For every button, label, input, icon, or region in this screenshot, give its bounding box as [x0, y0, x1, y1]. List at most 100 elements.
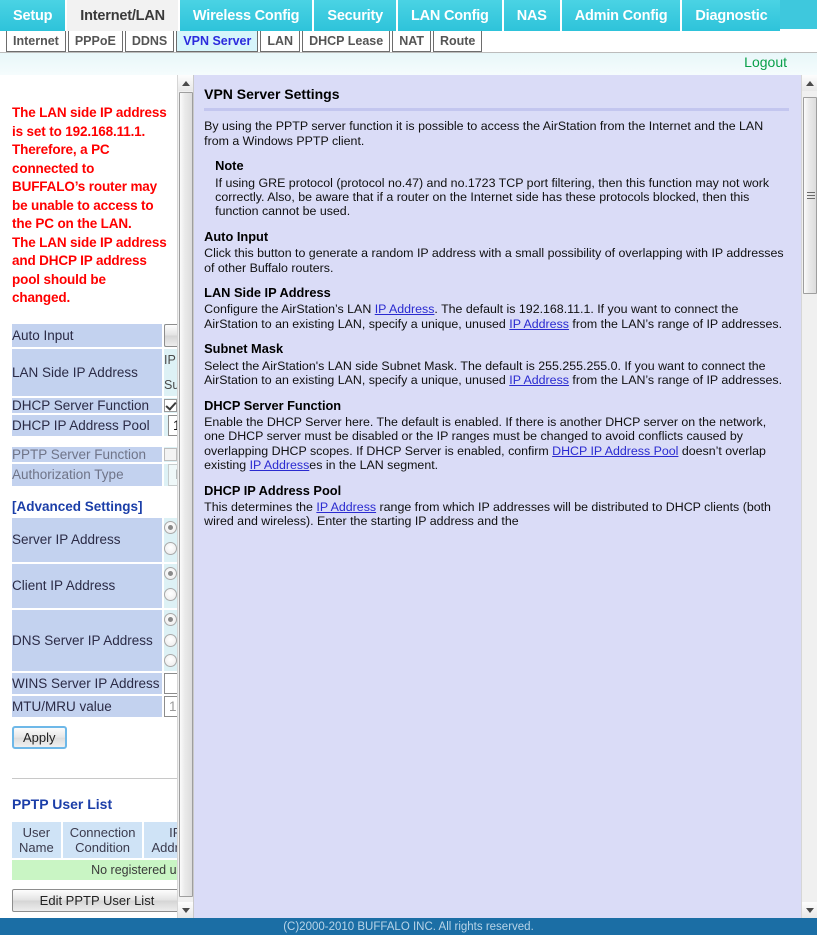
subtab-internet[interactable]: Internet [6, 31, 66, 52]
label-ip-address: IP Address [164, 353, 177, 367]
mtu-input[interactable] [164, 695, 178, 717]
server-ip-manual-option[interactable]: Manual [164, 538, 177, 559]
dhcp-pool-start-input[interactable] [168, 414, 178, 436]
tab-setup[interactable]: Setup [0, 0, 68, 31]
help-scroll-down-arrow-icon[interactable] [802, 902, 817, 918]
dns-manual-radio[interactable] [164, 633, 177, 647]
help-body-dhcp-server: Enable the DHCP Server here. The default… [204, 415, 789, 473]
user-list-empty-row: No registered users [12, 859, 178, 880]
label-lan-side-ip: LAN Side IP Address [12, 348, 164, 398]
tab-admin-config[interactable]: Admin Config [561, 0, 683, 31]
user-list-empty-message: No registered users [12, 859, 178, 880]
tab-diagnostic[interactable]: Diagnostic [682, 0, 781, 31]
scroll-up-arrow-icon[interactable] [178, 75, 195, 91]
subtab-nat[interactable]: NAT [392, 31, 431, 52]
row-dhcp-server: DHCP Server Function Enable [12, 397, 178, 415]
subtab-nat-label: NAT [399, 34, 424, 48]
tab-lan-config-label: LAN Config [410, 7, 489, 24]
scroll-down-arrow-icon[interactable] [178, 902, 195, 918]
help-text: This determines the [204, 499, 317, 514]
wins-server-input[interactable] [164, 672, 178, 694]
label-dhcp-pool: DHCP IP Address Pool [12, 414, 164, 436]
logout-link[interactable]: Logout [744, 54, 787, 70]
help-scroll-thumb[interactable] [803, 97, 817, 294]
warning-line-3: The LAN side IP address and DHCP IP addr… [12, 234, 167, 306]
row-lan-side-ip: LAN Side IP Address IP Address Subnet Ma… [12, 348, 178, 398]
subtab-route-label: Route [439, 34, 476, 48]
help-pane-scrollbar[interactable] [801, 75, 817, 918]
settings-scroll-thumb[interactable] [179, 92, 194, 897]
logout-bar: Logout [0, 53, 817, 75]
subtab-lan-label: LAN [267, 34, 294, 48]
cell-lan-side-ip: IP Address Subnet Mask 255.255.255.0 [164, 348, 178, 398]
dns-none-radio[interactable] [164, 654, 177, 667]
subtab-dhcp-lease-label: DHCP Lease [309, 34, 384, 48]
label-mtu: MTU/MRU value [12, 695, 164, 717]
help-pane: VPN Server Settings By using the PPTP se… [193, 75, 801, 918]
tab-lan-config[interactable]: LAN Config [397, 0, 504, 31]
label-auth-type: Authorization Type [12, 463, 164, 486]
row-dns-server: DNS Server IP Address LAN IP address of … [12, 609, 178, 673]
tab-internet-lan-label: Internet/LAN [80, 7, 165, 24]
dns-lan-option[interactable]: LAN IP address of the AirStation [164, 613, 177, 627]
subtab-internet-label: Internet [13, 34, 59, 48]
server-ip-auto-option[interactable]: Auto [164, 521, 177, 535]
row-server-ip: Server IP Address Auto Manual [12, 517, 178, 564]
tab-admin-config-label: Admin Config [574, 7, 668, 24]
help-body-subnet-mask: Select the AirStation's LAN side Subnet … [204, 359, 789, 388]
subtab-ddns[interactable]: DDNS [124, 31, 175, 52]
client-ip-manual-radio[interactable] [164, 587, 177, 601]
subtab-lan[interactable]: LAN [260, 31, 301, 52]
pptp-enable-checkbox[interactable] [164, 447, 177, 461]
help-text: from the LAN’s range of IP addresses. [568, 316, 783, 331]
subtab-pppoe[interactable]: PPPoE [67, 31, 123, 52]
help-body-dhcp-pool: This determines the IP Address range fro… [204, 500, 789, 529]
apply-button[interactable]: Apply [12, 725, 67, 749]
help-heading-subnet-mask: Subnet Mask [204, 341, 284, 357]
subtab-dhcp-lease[interactable]: DHCP Lease [302, 31, 391, 52]
edit-pptp-user-list-button[interactable]: Edit PPTP User List [12, 888, 178, 912]
secondary-navigation: Internet PPPoE DDNS VPN Server LAN DHCP … [0, 31, 817, 53]
subtab-vpn-server[interactable]: VPN Server [176, 31, 259, 52]
help-title-rule [204, 108, 789, 112]
help-scroll-up-arrow-icon[interactable] [802, 75, 817, 91]
dns-none-option[interactable]: Do Not Specify [164, 654, 177, 668]
tab-internet-lan[interactable]: Internet/LAN [67, 0, 180, 31]
help-text: from the LAN’s range of IP addresses. [568, 373, 783, 388]
help-link-ip-address[interactable]: IP Address [509, 317, 569, 331]
tab-security[interactable]: Security [314, 0, 398, 31]
tab-setup-label: Setup [13, 7, 53, 24]
label-auto-input: Auto Input [12, 323, 164, 349]
server-ip-manual-radio[interactable] [164, 541, 177, 555]
subtab-pppoe-label: PPPoE [74, 34, 116, 48]
help-link-dhcp-pool[interactable]: DHCP IP Address Pool [552, 444, 678, 458]
client-ip-auto-radio[interactable] [164, 567, 177, 580]
dhcp-enable-checkbox[interactable] [164, 398, 177, 412]
help-link-ip-address[interactable]: IP Address [509, 373, 569, 387]
authorization-type-select[interactable]: MS-CHAPv2 (40/128-bit Encryption) [168, 463, 178, 486]
dns-manual-option[interactable]: Manual [164, 630, 177, 651]
section-divider [12, 777, 178, 779]
tab-nas[interactable]: NAS [503, 0, 562, 31]
col-user-name: User Name [12, 821, 63, 860]
help-note-body: If using GRE protocol (protocol no.47) a… [215, 175, 770, 219]
pptp-user-list-table: User Name Connection Condition IP Addres… [12, 821, 178, 880]
generate-recommended-ip-button[interactable]: Generate Recommended IP Address [164, 323, 178, 347]
help-text: es in the LAN segment. [309, 458, 439, 473]
dns-lan-radio[interactable] [164, 613, 177, 626]
help-link-ip-address[interactable]: IP Address [250, 458, 310, 472]
help-content: VPN Server Settings By using the PPTP se… [194, 75, 801, 529]
cell-mtu [164, 695, 178, 717]
router-admin-page: Setup Internet/LAN Wireless Config Secur… [0, 0, 817, 935]
settings-pane: The LAN side IP address is set to 192.16… [0, 75, 178, 918]
subtab-route[interactable]: Route [432, 31, 483, 52]
client-ip-manual-option[interactable]: Manual for up to 5 address(es) [164, 584, 177, 605]
server-ip-auto-radio[interactable] [164, 521, 177, 534]
settings-pane-scrollbar[interactable] [177, 75, 195, 918]
pptp-settings-table: PPTP Server Function Enable Authorizatio… [12, 446, 178, 486]
row-wins-server: WINS Server IP Address [12, 672, 178, 696]
client-ip-auto-option[interactable]: Auto [164, 567, 177, 581]
help-link-ip-address[interactable]: IP Address [375, 302, 435, 316]
help-link-ip-address[interactable]: IP Address [316, 500, 376, 514]
tab-wireless-config[interactable]: Wireless Config [179, 0, 315, 31]
